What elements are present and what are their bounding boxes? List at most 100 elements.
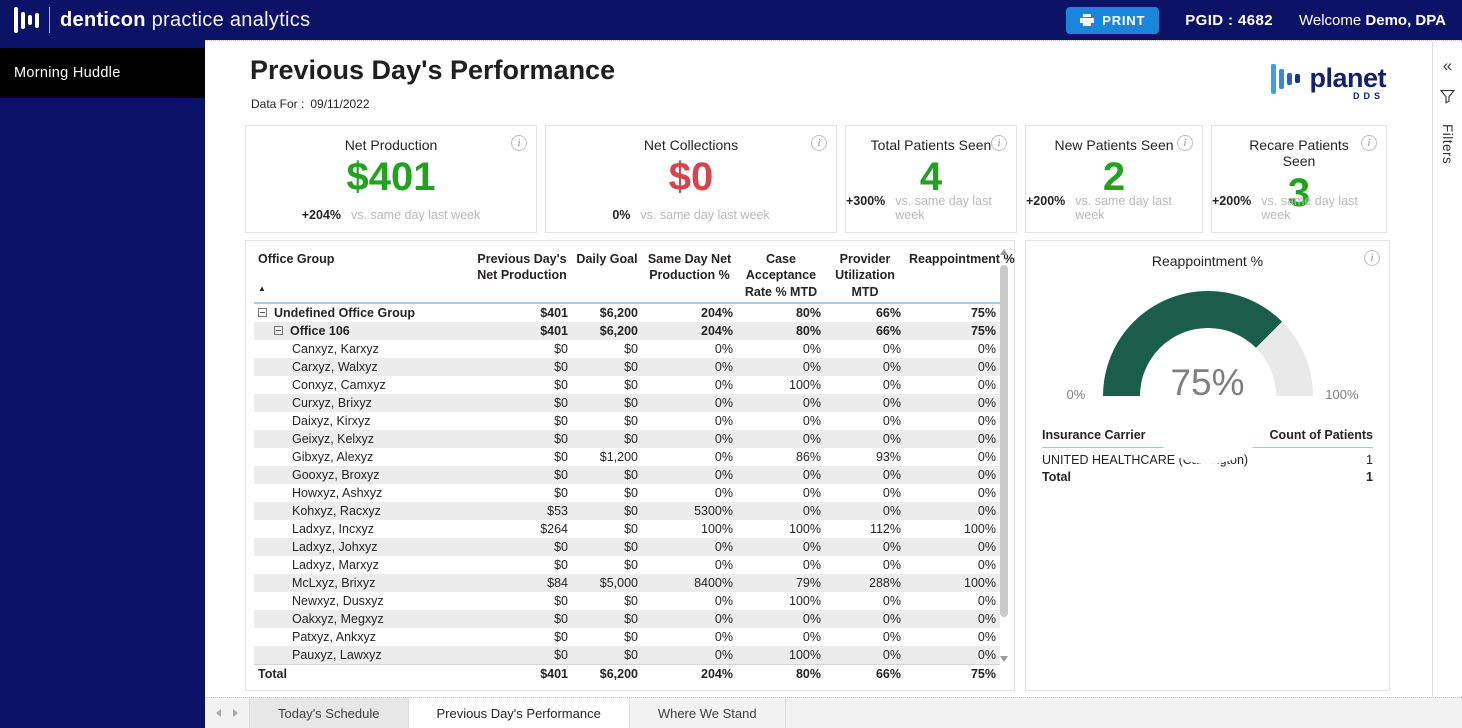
cell-value: 0% <box>802 413 821 428</box>
table-row[interactable]: Daixyz, Kirxyz $0 $0 0% 0% 0% 0% <box>254 412 1000 430</box>
row-label: Ladxyz, Johxyz <box>254 537 472 556</box>
scroll-down-icon[interactable] <box>1000 656 1008 662</box>
row-label: Ladxyz, Incxyz <box>292 521 374 536</box>
row-label: Canxyz, Karxyz <box>292 341 379 356</box>
column-header-provider-utilization[interactable]: Provider Utilization MTD <box>825 247 905 304</box>
cell-value: 0% <box>737 609 825 628</box>
table-row[interactable]: Howxyz, Ashxyz $0 $0 0% 0% 0% 0% <box>254 484 1000 502</box>
info-icon[interactable] <box>1361 135 1377 151</box>
column-header-case-acceptance[interactable]: Case Acceptance Rate % MTD <box>737 247 825 304</box>
welcome-text: Welcome Demo, DPA <box>1299 12 1446 29</box>
kpi-note: vs. same day last week <box>895 194 992 222</box>
table-row[interactable]: Oakxyz, Megxyz $0 $0 0% 0% 0% 0% <box>254 609 1000 628</box>
cell-value: $0 <box>472 393 572 412</box>
cell-value: $0 <box>572 609 642 628</box>
table-row[interactable]: Ladxyz, Marxyz $0 $0 0% 0% 0% 0% <box>254 556 1000 574</box>
info-icon[interactable] <box>511 135 527 151</box>
cell-value: $0 <box>624 557 638 572</box>
total-value: 80% <box>737 663 825 683</box>
cell-value: 0% <box>905 357 1000 376</box>
cell-value: 0% <box>905 609 1000 628</box>
cell-value: 0% <box>714 557 733 572</box>
provider-table-body: Undefined Office Group $401 $6,200 204% 80% 6… <box>254 303 1000 665</box>
cell-value: $0 <box>572 393 642 412</box>
table-row[interactable]: Pauxyz, Lawxyz $0 $0 0% 100% 0% 0% <box>254 645 1000 665</box>
table-row[interactable]: Canxyz, Karxyz $0 $0 0% 0% 0% 0% <box>254 340 1000 358</box>
cell-value: 0% <box>905 465 1000 484</box>
cell-value: 0% <box>977 377 996 392</box>
scroll-up-icon[interactable] <box>1000 249 1008 255</box>
cell-value: $0 <box>624 521 638 536</box>
tab-todays-schedule[interactable]: Today's Schedule <box>249 698 409 728</box>
table-row[interactable]: Gibxyz, Alexyz $0 $1,200 0% 86% 93% 0% <box>254 448 1000 466</box>
column-header-prev-day-net-production[interactable]: Previous Day's Net Production <box>472 247 572 304</box>
tab-label: Where We Stand <box>657 705 757 721</box>
table-row[interactable]: Office 106 $401 $6,200 204% 80% 66% 75% <box>254 321 1000 340</box>
tab-label: Previous Day's Performance <box>436 705 601 721</box>
cell-value: $0 <box>554 593 568 608</box>
tab-previous-days-performance[interactable]: Previous Day's Performance <box>408 698 630 728</box>
reappointment-gauge: 75% 0% 100% <box>1067 291 1359 501</box>
table-row[interactable]: Geixyz, Kelxyz $0 $0 0% 0% 0% 0% <box>254 429 1000 448</box>
office-group-table: Office Group Previous Day's Net Producti… <box>254 247 1015 683</box>
cell-value: $264 <box>540 521 568 536</box>
cell-value: $0 <box>472 609 572 628</box>
welcome-prefix: Welcome <box>1299 11 1366 29</box>
print-button[interactable]: PRINT <box>1066 6 1160 34</box>
cell-value: $0 <box>472 465 572 484</box>
cell-value: 100% <box>789 593 821 608</box>
table-row[interactable]: Curxyz, Brixyz $0 $0 0% 0% 0% 0% <box>254 393 1000 412</box>
row-label: Daixyz, Kirxyz <box>292 413 371 428</box>
table-row[interactable]: Newxyz, Dusxyz $0 $0 0% 100% 0% 0% <box>254 592 1000 610</box>
table-row[interactable]: Carxyz, Walxyz $0 $0 0% 0% 0% 0% <box>254 357 1000 376</box>
kpi-card-net-production: Net Production $401 +204% vs. same day la… <box>245 125 537 233</box>
expand-pane-icon[interactable] <box>1443 57 1452 74</box>
info-icon[interactable] <box>1177 135 1193 151</box>
info-icon[interactable] <box>1364 250 1380 266</box>
collapse-row-icon[interactable] <box>274 325 283 335</box>
tab-where-we-stand[interactable]: Where We Stand <box>630 698 786 728</box>
table-row[interactable]: Ladxyz, Incxyz $264 $0 100% 100% 112% 100% <box>254 520 1000 538</box>
table-row[interactable]: Kohxyz, Racxyz $53 $0 5300% 0% 0% 0% <box>254 501 1000 520</box>
sidebar-item-morning-huddle[interactable]: Morning Huddle <box>0 48 205 98</box>
table-scrollbar[interactable] <box>998 249 1011 662</box>
previous-page-icon[interactable] <box>216 709 221 717</box>
table-row[interactable]: McLxyz, Brixyz $84 $5,000 8400% 79% 288% 100% <box>254 573 1000 592</box>
cell-value: 75% <box>905 321 1000 340</box>
cell-value: 100% <box>789 521 821 536</box>
table-row[interactable]: Undefined Office Group $401 $6,200 204% 80% 6… <box>254 303 1000 322</box>
row-label: Ladxyz, Marxyz <box>292 557 379 572</box>
table-row[interactable]: Gooxyz, Broxyz $0 $0 0% 0% 0% 0% <box>254 465 1000 484</box>
scrollbar-thumb[interactable] <box>1000 265 1008 617</box>
sidebar-item-label: Morning Huddle <box>14 65 121 81</box>
table-row[interactable]: Ladxyz, Johxyz $0 $0 0% 0% 0% 0% <box>254 537 1000 556</box>
cell-value: $84 <box>472 573 572 592</box>
cell-value: 0% <box>977 449 996 464</box>
collapse-row-icon[interactable] <box>258 307 267 317</box>
info-icon[interactable] <box>811 135 827 151</box>
cell-value: 80% <box>737 321 825 340</box>
filter-funnel-icon[interactable] <box>1439 89 1456 109</box>
row-label: Conxyz, Camxyz <box>292 377 386 392</box>
cell-value: $0 <box>572 645 642 665</box>
cell-value: $401 <box>540 305 568 320</box>
column-header-reappointment[interactable]: Reappointment % <box>905 247 1015 304</box>
next-page-icon[interactable] <box>233 709 238 717</box>
cell-value: $0 <box>554 449 568 464</box>
table-row[interactable]: Patxyz, Ankxyz $0 $0 0% 0% 0% 0% <box>254 628 1000 646</box>
cell-value: 0% <box>882 557 901 572</box>
column-header-daily-goal[interactable]: Daily Goal <box>572 247 642 304</box>
cell-value: 0% <box>737 537 825 556</box>
table-header-row: Office Group Previous Day's Net Producti… <box>254 247 1015 304</box>
column-header-same-day-net-production[interactable]: Same Day Net Production % <box>642 247 737 304</box>
filters-pane-label[interactable]: Filters <box>1440 124 1455 164</box>
cell-value: 80% <box>795 305 821 320</box>
cell-value: 75% <box>970 305 996 320</box>
row-label: Oakxyz, Megxyz <box>254 609 472 628</box>
column-header-office-group[interactable]: Office Group <box>254 247 472 304</box>
cell-value: $0 <box>554 557 568 572</box>
cell-value: 204% <box>701 305 733 320</box>
info-icon[interactable] <box>991 135 1007 151</box>
table-row[interactable]: Conxyz, Camxyz $0 $0 0% 100% 0% 0% <box>254 376 1000 394</box>
cell-value: 0% <box>714 593 733 608</box>
